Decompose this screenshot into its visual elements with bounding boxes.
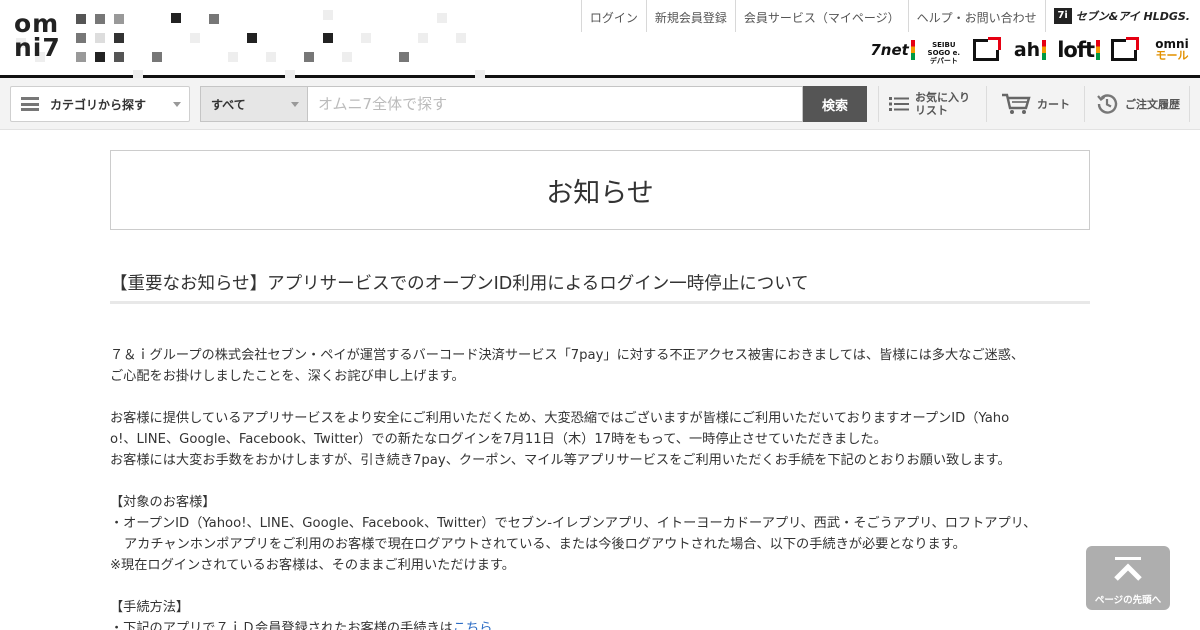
decorative-dot — [76, 52, 86, 62]
login-link[interactable]: ログイン — [580, 0, 646, 32]
help-link[interactable]: ヘルプ・お問い合わせ — [907, 0, 1045, 32]
page-top-bar — [1115, 557, 1141, 560]
paragraph-line: お客様には大変お手数をおかけしますが、引き続き7pay、クーポン、マイル等アプリ… — [110, 453, 1011, 468]
holdings-label: セブン&アイ HLDGS. — [1075, 10, 1190, 23]
decorative-dot — [95, 14, 105, 24]
hamburger-icon — [21, 97, 39, 111]
decorative-dot — [247, 33, 257, 43]
chevron-up-icon — [1114, 563, 1142, 581]
list-icon — [889, 97, 909, 111]
article-title: 【重要なお知らせ】アプリサービスでのオープンID利用によるログイン一時停止につい… — [110, 270, 1090, 304]
paragraph-line: ・オープンID（Yahoo!、LINE、Google、Facebook、Twit… — [110, 516, 1037, 531]
decorative-dot — [190, 33, 200, 43]
page-top-label: ページの先頭へ — [1094, 595, 1162, 606]
brand-logos: 7net SEIBU SOGO e.デパート ah loft omni モール — [870, 38, 1192, 65]
decorative-dot — [342, 52, 352, 62]
brand-ah-label: ah — [1013, 39, 1041, 61]
paragraph-line: お客様に提供しているアプリサービスをより安全にご利用いただくため、大変恐縮ではご… — [110, 411, 1010, 426]
register-link[interactable]: 新規会員登録 — [645, 0, 735, 32]
brand-7-11-logo[interactable] — [1111, 38, 1141, 62]
order-history-label: ご注文履歴 — [1125, 97, 1180, 111]
decorative-dot — [95, 33, 105, 43]
decorative-dot-pattern — [0, 0, 520, 80]
search-scope-select[interactable]: すべて — [200, 86, 307, 122]
brand-loft-label: loft — [1057, 38, 1095, 62]
cart-label: カート — [1037, 97, 1070, 111]
favorites-list-button[interactable]: お気に入り リスト — [878, 86, 986, 122]
cart-icon — [1002, 93, 1031, 114]
omni7-logo[interactable]: om ni7 — [14, 11, 74, 66]
decorative-dot — [418, 33, 428, 43]
decorative-dot — [171, 13, 181, 23]
brand-omni-mall[interactable]: omni モール — [1152, 38, 1192, 62]
brand-7net[interactable]: 7net — [870, 38, 915, 62]
page-top-button[interactable]: ページの先頭へ — [1086, 546, 1170, 610]
seven-i-mark-icon: 7i — [1053, 8, 1072, 24]
page-title: お知らせ — [546, 177, 654, 209]
decorative-dot — [209, 14, 219, 24]
paragraph-line: ご心配をお掛けしましたことを、深くお詫び申し上げます。 — [110, 369, 465, 384]
decorative-dot — [323, 10, 333, 20]
tricolor-flag-icon — [1096, 40, 1100, 60]
cart-button[interactable]: カート — [986, 86, 1084, 122]
seven-i-holdings-logo[interactable]: 7i セブン&アイ HLDGS. — [1044, 0, 1200, 32]
decorative-dot — [266, 52, 276, 62]
decorative-dot — [114, 14, 124, 24]
paragraph-line: アカチャンホンポアプリをご利用のお客様で現在ログアウトされている、または今後ログ… — [124, 537, 966, 552]
check-box-icon — [972, 39, 999, 61]
article-body: ７＆ｉグループの株式会社セブン・ペイが運営するバーコード決済サービス「7pay」… — [110, 345, 1085, 630]
section-heading-method: 【手続方法】 — [110, 600, 190, 615]
decorative-dot — [152, 52, 162, 62]
brand-mall-label: モール — [1155, 49, 1189, 62]
site-header: om ni7 ログイン 新規会員登録 会員サービス（マイページ） ヘルプ・お問い… — [0, 0, 1200, 80]
tricolor-flag-icon — [1042, 40, 1047, 60]
decorative-dot — [76, 33, 86, 43]
decorative-dot — [437, 13, 447, 23]
brand-seibu-sogo[interactable]: SEIBU SOGO e.デパート — [926, 38, 962, 65]
logo-text-bottom: ni7 — [14, 33, 61, 62]
top-links: ログイン 新規会員登録 会員サービス（マイページ） ヘルプ・お問い合わせ 7i … — [580, 0, 1200, 32]
decorative-dot — [228, 52, 238, 62]
page-title-box: お知らせ — [110, 150, 1090, 230]
brand-sogo-label: SEIBU SOGO e.デパート — [927, 41, 961, 65]
order-history-button[interactable]: ご注文履歴 — [1084, 86, 1190, 122]
favorites-label-line1: お気に入り — [915, 91, 970, 104]
chevron-down-icon — [173, 102, 181, 107]
chevron-down-icon — [291, 102, 299, 107]
brand-check-logo[interactable] — [972, 38, 1003, 62]
search-button[interactable]: 検索 — [803, 86, 867, 122]
brand-akachan[interactable]: ah — [1013, 38, 1047, 62]
brand-7net-label: 7net — [870, 41, 909, 59]
decorative-dot — [95, 52, 105, 62]
brand-loft[interactable]: loft — [1057, 38, 1100, 62]
category-browse-button[interactable]: カテゴリから探す — [10, 86, 190, 122]
member-service-link[interactable]: 会員サービス（マイページ） — [734, 0, 908, 32]
search-scope-label: すべて — [211, 97, 246, 112]
paragraph-line: ・下記のアプリで７ｉＤ会員登録されたお客様の手続きはこちら — [110, 618, 1085, 630]
paragraph-line: ※現在ログインされているお客様は、そのままご利用いただけます。 — [110, 558, 515, 573]
decorative-dot — [456, 33, 466, 43]
category-browse-label: カテゴリから探す — [50, 97, 147, 112]
favorites-label-line2: リスト — [915, 104, 948, 117]
search-bar: カテゴリから探す すべて 検索 お気に入りリスト カート ご注文履歴 — [0, 78, 1200, 130]
decorative-dot — [76, 14, 86, 24]
seven-box-icon — [1111, 39, 1137, 61]
here-link[interactable]: こちら — [453, 621, 493, 630]
decorative-dot — [399, 52, 409, 62]
history-clock-icon — [1097, 94, 1118, 114]
decorative-dot — [114, 33, 124, 43]
paragraph-line: o!、LINE、Google、Facebook、Twitter）での新たなログイ… — [110, 432, 887, 447]
decorative-dot — [114, 52, 124, 62]
favorites-label: お気に入り リスト — [915, 91, 970, 117]
section-heading-target: 【対象のお客様】 — [110, 495, 216, 510]
method-text: ・下記のアプリで７ｉＤ会員登録されたお客様の手続きは — [110, 621, 453, 630]
decorative-dot — [304, 52, 314, 62]
decorative-dot — [323, 33, 333, 43]
paragraph-line: ７＆ｉグループの株式会社セブン・ペイが運営するバーコード決済サービス「7pay」… — [110, 348, 1025, 363]
search-input[interactable] — [307, 86, 803, 122]
decorative-dot — [361, 33, 371, 43]
tricolor-flag-icon — [910, 40, 915, 60]
